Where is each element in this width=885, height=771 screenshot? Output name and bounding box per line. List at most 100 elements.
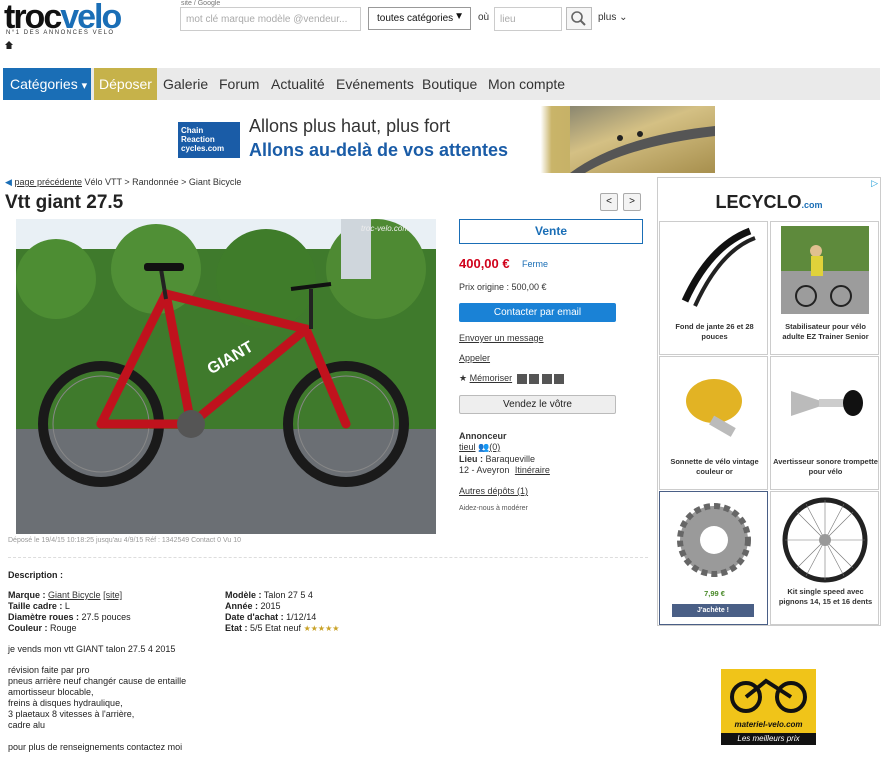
twitter-icon[interactable]: [529, 373, 540, 384]
breadcrumb: ◀ page précédente Vélo VTT > Randonnée >…: [5, 177, 241, 188]
sell-yours-button[interactable]: Vendez le vôtre: [459, 395, 616, 414]
spec-wheel-size: Diamètre roues : 27.5 pouces: [8, 612, 131, 622]
price-status: Ferme: [522, 259, 549, 269]
user-icon: 👥: [478, 442, 490, 452]
spec-value: Talon 27 5 4: [263, 590, 313, 600]
ad-tile[interactable]: Sonnette de vélo vintage couleur or: [659, 356, 768, 490]
itinerary-link[interactable]: Itinéraire: [515, 465, 550, 475]
description-line: pour plus de renseignements contactez mo…: [8, 742, 183, 752]
next-listing-button[interactable]: >: [623, 193, 641, 211]
buy-button[interactable]: J'achète !: [672, 604, 754, 617]
ad-tile[interactable]: 7,99 € J'achète !: [659, 491, 768, 625]
description-heading: Description :: [8, 570, 64, 580]
more-options-link[interactable]: plus ⌄: [598, 12, 628, 23]
spec-value: L: [64, 601, 70, 611]
search-button[interactable]: [566, 7, 592, 30]
ad-tile[interactable]: Fond de jante 26 et 28 pouces: [659, 221, 768, 355]
spec-brand: Marque : Giant Bicycle [site]: [8, 590, 122, 600]
previous-listing-button[interactable]: <: [600, 193, 618, 211]
department-row: 12 - Aveyron Itinéraire: [459, 465, 550, 475]
nav-item-evenements[interactable]: Evénements: [336, 68, 414, 100]
breadcrumb-path[interactable]: Vélo VTT > Randonnée > Giant Bicycle: [85, 177, 242, 187]
more-label: plus: [598, 12, 617, 23]
moderate-link[interactable]: Aidez-nous à modérer: [459, 505, 528, 512]
spec-model: Modèle : Talon 27 5 4: [225, 590, 313, 600]
nav-item-mon-compte[interactable]: Mon compte: [488, 68, 565, 100]
chevron-down-icon: ▾: [81, 80, 88, 92]
spec-purchase-date: Date d'achat : 1/12/14: [225, 612, 316, 622]
location-row: Lieu : Baraqueville: [459, 454, 535, 464]
nav-item-actualite[interactable]: Actualité: [271, 68, 325, 100]
search-icon: [571, 11, 586, 26]
description-line: révision faite par pro: [8, 665, 90, 675]
site-logo[interactable]: trocvelo N°1 DES ANNONCES VELO: [4, 0, 164, 40]
location-city: Baraqueville: [485, 454, 536, 464]
ad-product-image: [670, 361, 758, 449]
bike-logo-icon: [730, 678, 807, 713]
location-placeholder: lieu: [500, 14, 516, 25]
listing-type-badge: Vente: [459, 219, 643, 244]
ad-tile-caption: Kit single speed avec pignons 14, 15 et …: [778, 587, 873, 606]
ad-banner[interactable]: Chain Reaction cycles.com Allons plus ha…: [170, 106, 715, 173]
ad-product-image: [670, 226, 758, 314]
photo-watermark: troc-velo.com: [361, 224, 409, 233]
contact-email-button[interactable]: Contacter par email: [459, 303, 616, 322]
materiel-velo-ad[interactable]: materiel-velo.com Les meilleurs prix: [721, 669, 816, 745]
sidebar-ad[interactable]: LECYCLO.com ▷ Fond de jante 26 et 28 pou…: [657, 177, 881, 626]
memorize-link[interactable]: Mémoriser: [470, 373, 513, 383]
google-plus-icon[interactable]: [541, 373, 552, 384]
search-input[interactable]: mot clé marque modèle @vendeur...: [180, 7, 361, 31]
facebook-icon[interactable]: [516, 373, 527, 384]
ad-product-image: [670, 496, 758, 584]
spec-label: Taille cadre :: [8, 601, 63, 611]
home-icon[interactable]: [4, 40, 14, 53]
listing-photo[interactable]: GIANT troc-velo.com: [16, 219, 436, 534]
deposer-button[interactable]: Déposer: [94, 68, 157, 100]
ad-product-image: [781, 361, 869, 449]
adchoices-icon[interactable]: ▷: [871, 178, 878, 189]
ad-product-image: [781, 226, 869, 314]
call-link[interactable]: Appeler: [459, 353, 490, 363]
ad-tile[interactable]: Stabilisateur pour vélo adulte EZ Traine…: [770, 221, 879, 355]
send-message-link[interactable]: Envoyer un message: [459, 333, 544, 343]
ad-tile[interactable]: Kit single speed avec pignons 14, 15 et …: [770, 491, 879, 625]
description-line: pneus arrière neuf changér cause de enta…: [8, 676, 187, 686]
ad-tile[interactable]: Avertisseur sonore trompette pour vélo: [770, 356, 879, 490]
categories-label: Catégories: [10, 76, 78, 92]
category-select[interactable]: toutes catégories ▼: [368, 7, 471, 30]
description-line: cadre alu: [8, 720, 46, 730]
advertiser-row: tieul 👥(0): [459, 442, 500, 453]
spec-value: 2015: [260, 601, 281, 611]
search-scope-note: site / Google: [181, 0, 221, 7]
other-listings-link[interactable]: Autres dépôts (1): [459, 486, 528, 496]
nav-item-galerie[interactable]: Galerie: [163, 68, 208, 100]
price: 400,00 €: [459, 256, 510, 271]
nav-item-boutique[interactable]: Boutique: [422, 68, 477, 100]
back-arrow-icon: ◀: [5, 177, 12, 187]
banner-logo: Chain Reaction cycles.com: [178, 122, 240, 158]
listing-metadata: Déposé le 19/4/15 10:18:25 jusqu'au 4/9/…: [8, 537, 242, 544]
location-label: où: [478, 12, 490, 23]
brand-site-link[interactable]: [site]: [103, 590, 122, 600]
spec-value: 1/12/14: [286, 612, 317, 622]
ad-brand: LECYCLO.com: [658, 178, 880, 220]
spec-color: Couleur : Rouge: [8, 623, 77, 633]
email-icon[interactable]: [554, 373, 565, 384]
original-price: Prix origine : 500,00 €: [459, 282, 547, 292]
listing-title: Vtt giant 27.5: [5, 192, 124, 213]
location-heading: Lieu :: [459, 454, 483, 464]
advertiser-rating-link[interactable]: (0): [489, 442, 500, 452]
advertiser-name-link[interactable]: tieul: [459, 442, 476, 452]
ad-tile-caption: Avertisseur sonore trompette pour vélo: [773, 457, 878, 476]
nav-item-forum[interactable]: Forum: [219, 68, 259, 100]
categories-menu[interactable]: Catégories ▾: [3, 68, 91, 100]
spec-value: Rouge: [50, 623, 77, 633]
location-input[interactable]: lieu: [494, 7, 562, 31]
previous-page-link[interactable]: page précédente: [14, 177, 82, 187]
brand-link[interactable]: Giant Bicycle: [48, 590, 101, 600]
department: 12 - Aveyron: [459, 465, 510, 475]
description-line: je vends mon vtt GIANT talon 27.5 4 2015: [8, 644, 176, 654]
advertiser-heading: Annonceur: [459, 431, 507, 441]
rating-stars-icon: ★★★★★: [303, 624, 340, 633]
divider: [8, 557, 648, 558]
